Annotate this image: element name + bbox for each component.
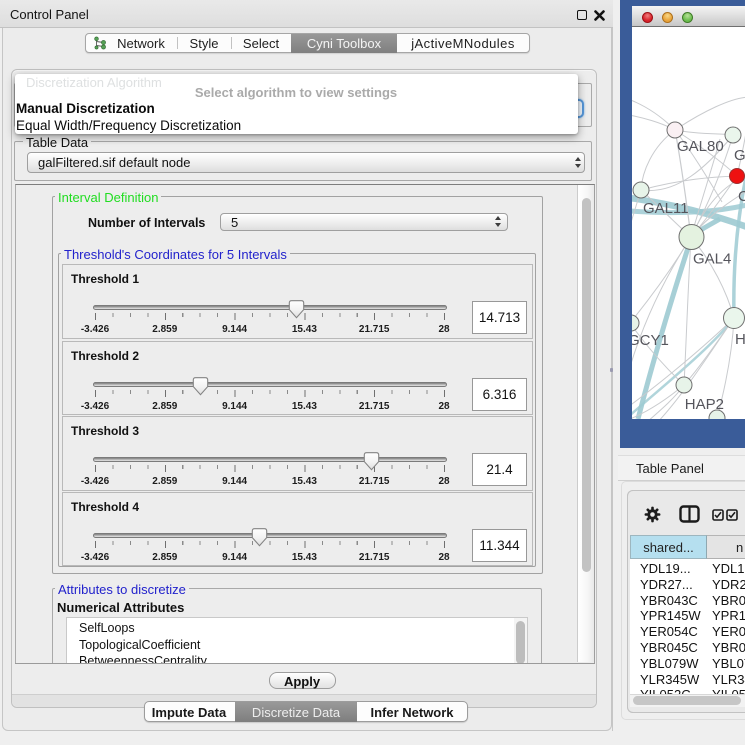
- svg-text:GA: GA: [734, 147, 745, 164]
- svg-text:GAL11: GAL11: [643, 200, 689, 217]
- svg-text:CD: CD: [738, 188, 745, 205]
- svg-text:GAL80: GAL80: [677, 138, 724, 155]
- svg-text:HA: HA: [735, 331, 745, 348]
- svg-text:GCY1: GCY1: [632, 332, 669, 349]
- svg-text:HAP2: HAP2: [685, 396, 724, 413]
- svg-text:GAL4: GAL4: [693, 251, 731, 268]
